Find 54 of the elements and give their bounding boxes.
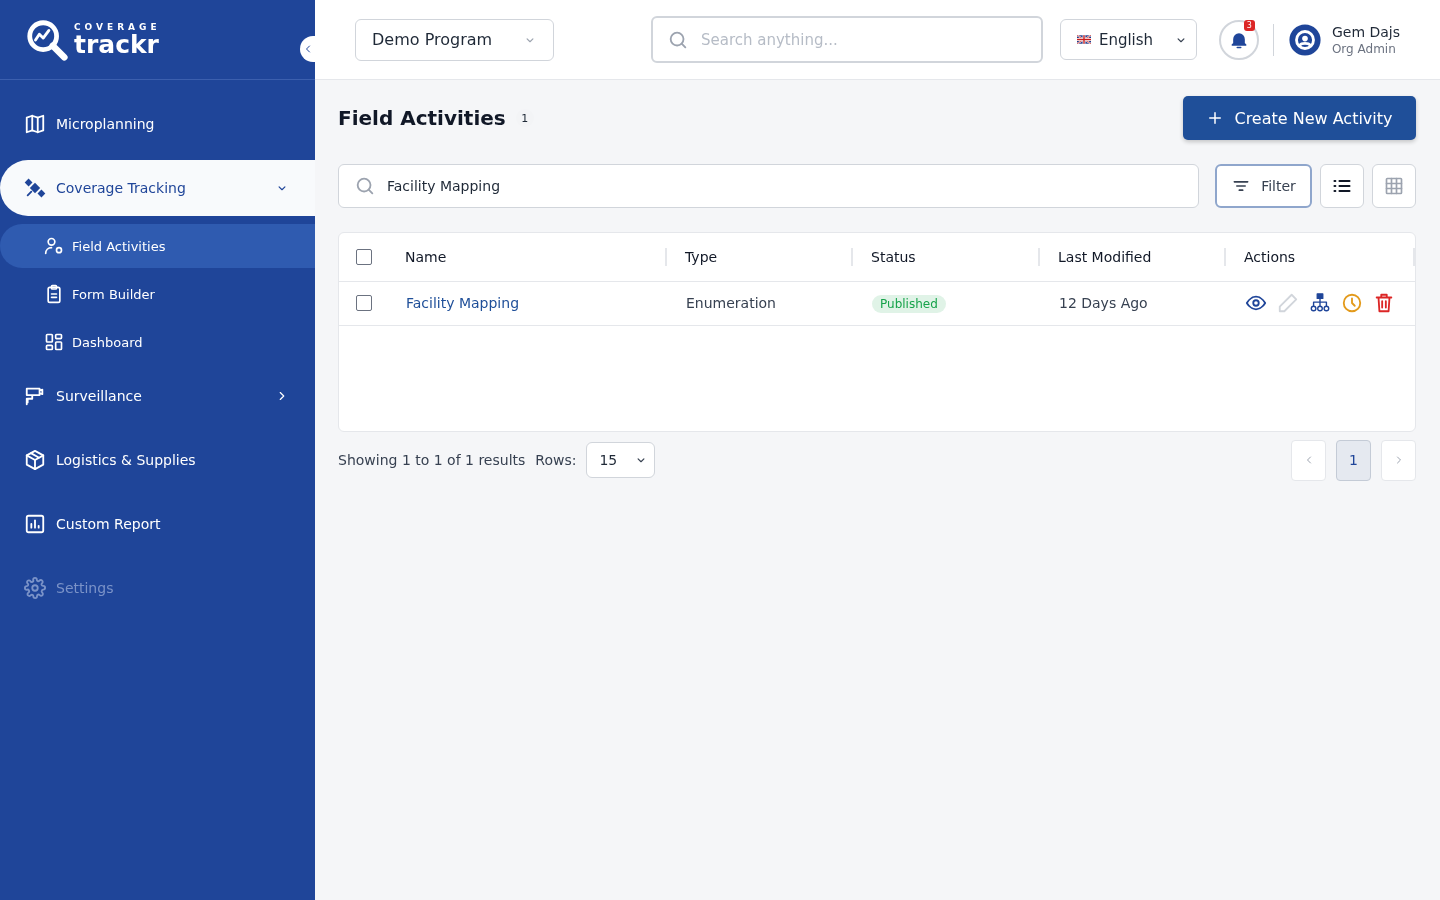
table-cell: 12 Days Ago [1059, 295, 1148, 312]
sidebar-item[interactable]: Microplanning [0, 96, 315, 152]
cctv-camera-icon [24, 385, 46, 407]
collapse-button[interactable] [300, 36, 316, 62]
sidebar-item[interactable]: Logistics & Supplies [0, 432, 315, 488]
sidebar-subitem[interactable]: Dashboard [0, 320, 315, 364]
activity-name-link[interactable]: Facility Mapping [406, 295, 520, 312]
search-field[interactable]: Search anything... [651, 16, 1043, 63]
list-view-button[interactable] [1320, 164, 1364, 208]
filter-button[interactable]: Filter [1215, 164, 1312, 208]
flag-icon [1076, 35, 1091, 44]
sidebar-item[interactable]: Surveillance [0, 368, 315, 424]
dashboard-icon [44, 332, 64, 352]
select-all-checkbox[interactable] [356, 248, 372, 265]
column-header: Type [667, 247, 853, 266]
column-header: Name [387, 247, 667, 266]
column-header: Status [853, 247, 1040, 266]
row-checkbox[interactable] [356, 295, 372, 312]
column-header: Actions [1226, 247, 1415, 266]
search-field[interactable]: Facility Mapping [338, 164, 1199, 208]
language-dropdown[interactable]: English [1059, 19, 1197, 60]
sidebar-subitem[interactable]: Field Activities [0, 224, 315, 268]
logo-wordmark: trackr [74, 32, 160, 57]
status-tag: Published [872, 295, 946, 314]
sidebar-subitem[interactable]: Form Builder [0, 272, 315, 316]
grid-icon [1384, 176, 1404, 196]
rows-label: Rows: [535, 452, 577, 468]
sidebar-item[interactable]: Custom Report [0, 496, 315, 552]
hierarchy-icon[interactable] [1309, 292, 1331, 314]
logo-tagline: COVERAGE [74, 22, 161, 32]
user-role: Org Admin [1331, 41, 1397, 56]
satellite-icon [24, 177, 46, 199]
page-button[interactable]: 1 [1336, 439, 1371, 481]
rows-dropdown[interactable]: 15 [586, 442, 656, 478]
clipboard-icon [44, 284, 64, 304]
page-title: Field Activities [338, 106, 506, 130]
sidebar-item[interactable]: Coverage Tracking [0, 160, 315, 216]
notifications-button[interactable]: 3 [1218, 19, 1259, 60]
bar-chart-icon [24, 513, 46, 535]
table-cell: Enumeration [686, 295, 776, 312]
user-name: Gem Dajs [1331, 23, 1400, 40]
package-icon [24, 449, 46, 471]
search-icon [354, 175, 376, 197]
avatar-icon[interactable] [1287, 22, 1322, 57]
user-gear-icon [44, 236, 64, 256]
create-activity-button[interactable]: Create New Activity [1183, 96, 1416, 140]
trash-icon[interactable] [1373, 292, 1395, 314]
grid-view-button[interactable] [1372, 164, 1416, 208]
program-dropdown[interactable]: Demo Program [355, 18, 554, 61]
column-header: Last Modified [1040, 247, 1226, 266]
gear-icon [24, 577, 46, 599]
map-icon [24, 113, 46, 135]
results-summary: Showing 1 to 1 of 1 results [338, 452, 526, 468]
notification-count: 3 [1243, 19, 1255, 31]
